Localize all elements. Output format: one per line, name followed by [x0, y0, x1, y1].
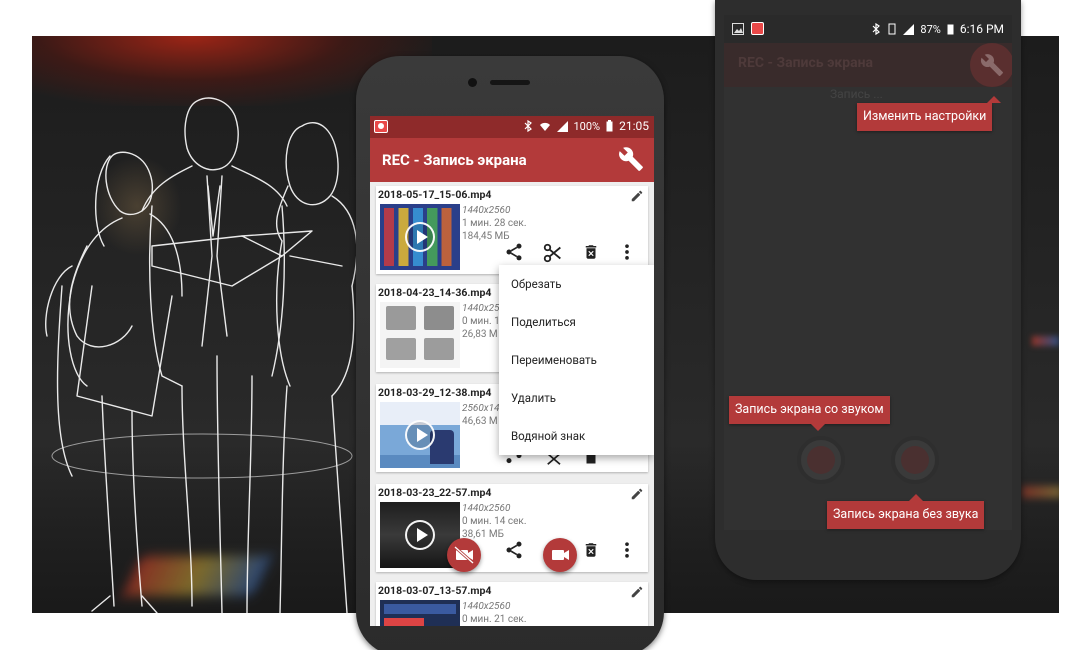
video-thumbnail[interactable] — [380, 402, 460, 468]
recording-meta: 1440x2560 0 мин. 14 сек. 38,61 МБ — [462, 503, 527, 540]
recording-filename: 2018-03-23_22-57.mp4 — [378, 486, 492, 499]
edit-pencil-icon[interactable] — [630, 189, 644, 203]
recording-filename: 2018-04-23_14-36.mp4 — [378, 286, 492, 299]
rec-notification-icon — [751, 22, 764, 35]
dimmed-app-title: REC - Запись экрана — [738, 55, 873, 71]
battery-icon — [947, 24, 954, 35]
promo-composition: 100% 21:05 REC - Запись экрана 2018-05-1… — [0, 0, 1090, 650]
play-icon[interactable] — [405, 420, 435, 450]
app-toolbar: REC - Запись экрана — [370, 138, 654, 182]
tooltip-change-settings: Изменить настройки — [857, 96, 1002, 131]
app-screen-recordings-list: 100% 21:05 REC - Запись экрана 2018-05-1… — [370, 116, 654, 626]
vibrate-icon — [888, 23, 896, 35]
rec-notification-icon — [374, 120, 388, 133]
dimmed-subtitle: Запись ... — [830, 87, 883, 101]
battery-percent: 100% — [573, 119, 601, 133]
video-thumbnail[interactable] — [380, 600, 460, 626]
videocam-off-icon — [454, 545, 474, 565]
battery-percent: 87% — [920, 22, 941, 36]
app-screen-tutorial-overlay: 87% 6:16 PM REC - Запись экрана Запись .… — [724, 15, 1012, 530]
menu-item-trim[interactable]: Обрезать — [499, 265, 654, 303]
recording-filename: 2018-05-17_15-06.mp4 — [378, 188, 492, 201]
clock: 6:16 PM — [959, 22, 1004, 36]
video-thumbnail[interactable] — [380, 204, 460, 270]
wrench-settings-icon — [980, 54, 1003, 76]
clock: 21:05 — [619, 119, 649, 133]
signal-icon — [556, 120, 568, 132]
recording-card[interactable]: 2018-05-17_15-06.mp4 1440x2560 1 мин. 28… — [376, 186, 648, 274]
delete-icon[interactable] — [582, 242, 600, 262]
wifi-icon — [539, 122, 550, 131]
wrench-settings-icon[interactable] — [618, 146, 644, 172]
edit-pencil-icon[interactable] — [630, 585, 644, 599]
recording-meta: 2560x14 46,63 М — [462, 403, 500, 427]
edit-pencil-icon[interactable] — [630, 487, 644, 501]
play-icon[interactable] — [405, 520, 435, 550]
app-title: REC - Запись экрана — [382, 151, 527, 169]
share-icon[interactable] — [504, 242, 524, 262]
more-vert-icon[interactable] — [622, 540, 632, 560]
status-bar: 100% 21:05 — [370, 116, 654, 138]
recording-meta: 1440x2560 1 мин. 28 сек. 184,45 МБ — [462, 205, 527, 242]
dimmed-record-with-audio-button[interactable] — [891, 436, 939, 484]
recording-card[interactable]: 2018-03-23_22-57.mp4 1440x2560 0 мин. 14… — [376, 484, 648, 572]
menu-item-share[interactable]: Поделиться — [499, 303, 654, 341]
more-vert-icon[interactable] — [622, 242, 632, 262]
scissors-trim-icon[interactable] — [542, 242, 564, 264]
bluetooth-icon — [524, 120, 532, 132]
bluetooth-icon — [872, 23, 881, 35]
dimmed-record-no-audio-button[interactable] — [797, 436, 845, 484]
record-with-audio-fab[interactable] — [543, 538, 577, 572]
battery-icon — [606, 120, 613, 132]
delete-icon[interactable] — [582, 540, 600, 560]
settings-highlight[interactable] — [970, 43, 1012, 87]
menu-item-watermark[interactable]: Водяной знак — [499, 417, 654, 455]
tooltip-record-with-audio: Запись экрана со звуком — [729, 396, 890, 431]
record-without-audio-fab[interactable] — [447, 538, 481, 572]
videocam-icon — [552, 550, 569, 560]
signal-icon — [903, 23, 915, 35]
image-notification-icon — [732, 23, 744, 35]
menu-item-delete[interactable]: Удалить — [499, 379, 654, 417]
share-icon[interactable] — [504, 540, 524, 560]
tooltip-record-without-audio: Запись экрана без звука — [827, 494, 985, 529]
status-bar: 87% 6:16 PM — [724, 15, 1012, 43]
recording-card[interactable]: 2018-03-07_13-57.mp4 1440x2560 0 мин. 21… — [376, 582, 648, 626]
play-icon[interactable] — [405, 222, 435, 252]
video-thumbnail[interactable] — [380, 302, 460, 368]
recording-meta: 1440x2560 0 мин. 21 сек. — [462, 601, 527, 625]
recording-context-menu: Обрезать Поделиться Переименовать Удалит… — [499, 265, 654, 455]
recording-filename: 2018-03-29_12-38.mp4 — [378, 386, 492, 399]
recording-filename: 2018-03-07_13-57.mp4 — [378, 584, 492, 597]
menu-item-rename[interactable]: Переименовать — [499, 341, 654, 379]
recording-meta: 1440x25 0 мин. 1 26,83 М — [462, 303, 500, 340]
